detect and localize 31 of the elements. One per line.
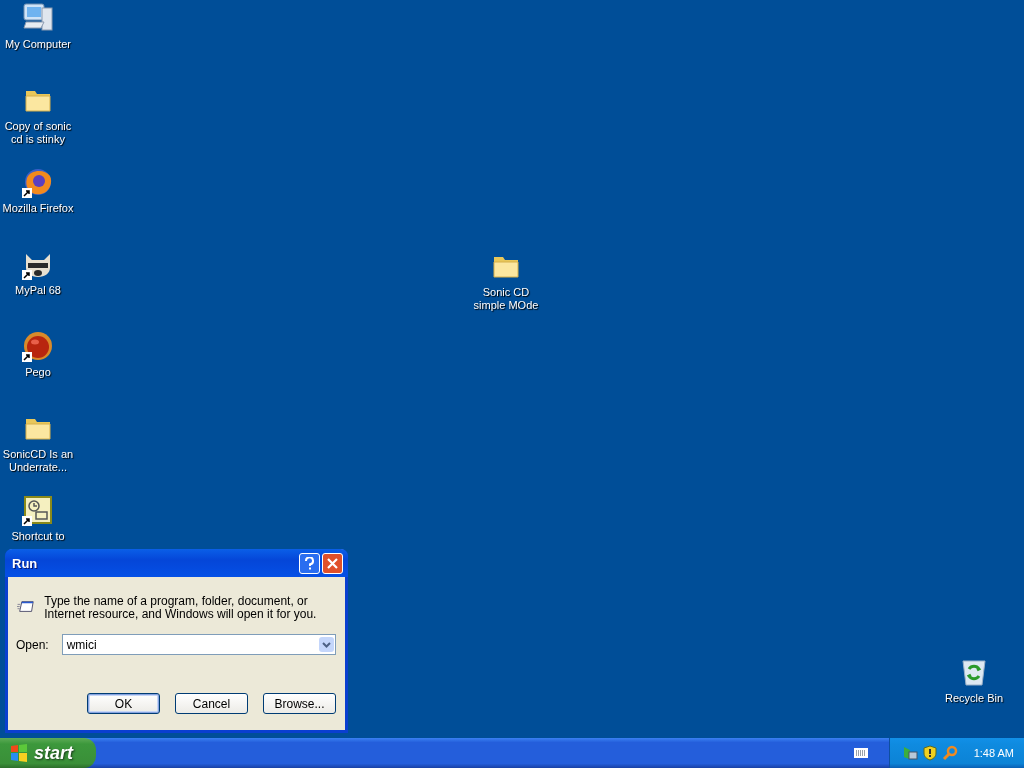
shield-icon[interactable] (921, 745, 938, 761)
ball-icon (22, 330, 54, 362)
start-button[interactable]: start (0, 738, 96, 768)
help-button[interactable] (299, 552, 320, 574)
open-label: Open: (16, 637, 49, 652)
icon-label: Shortcut to (11, 530, 65, 543)
icon-label: MyPal 68 (15, 284, 61, 297)
icon-label: Mozilla Firefox (2, 202, 74, 215)
dialog-button[interactable]: OK (87, 693, 160, 714)
icon-label: Sonic CD simple MOde (472, 286, 540, 312)
clock-document-icon (22, 494, 54, 526)
dropdown-button[interactable] (319, 637, 334, 652)
icon-label: SonicCD Is an Underrate... (1, 448, 75, 474)
icon-label: My Computer (5, 38, 71, 51)
open-combobox[interactable]: wmici (61, 634, 336, 655)
dialog-button[interactable]: Cancel (175, 693, 248, 714)
icon-label: Recycle Bin (944, 692, 1004, 705)
dialog-button[interactable]: Browse... (263, 693, 336, 714)
icon-label: Copy of sonic cd is stinky (3, 120, 73, 146)
computer-icon (22, 2, 54, 34)
icon-label: Pego (25, 366, 51, 379)
keyboard-icon[interactable] (853, 748, 868, 758)
help-icon (305, 556, 314, 570)
close-button[interactable] (322, 552, 343, 574)
clock[interactable]: 1:48 AM (973, 747, 1014, 759)
windows-logo-icon (10, 744, 28, 762)
fox-globe-icon (22, 166, 54, 198)
instruction-text: Type the name of a program, folder, document, or Internet resource, and Windows will open it for you. (44, 593, 318, 621)
close-icon (327, 557, 338, 569)
chevron-down-icon (322, 641, 331, 648)
window-title: Run (12, 555, 39, 571)
